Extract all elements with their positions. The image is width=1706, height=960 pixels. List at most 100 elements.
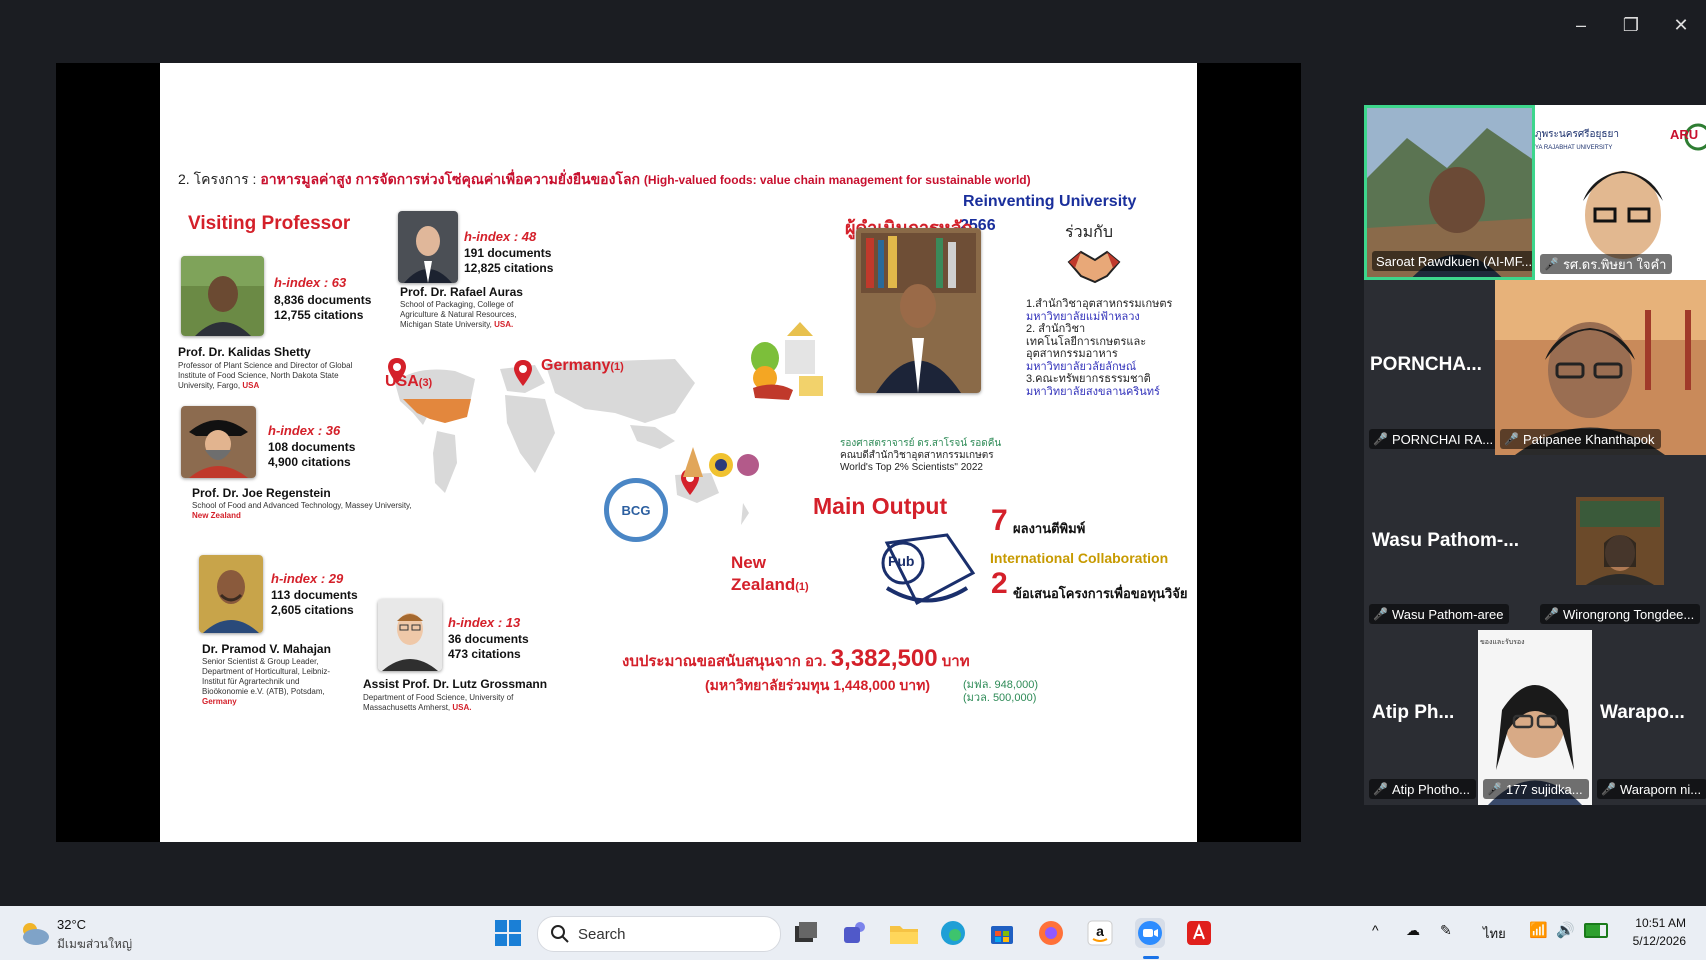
prof-regenstein-cites: 4,900 citations <box>268 455 351 469</box>
partner-line: มหาวิทยาลัยสงขลานครินทร์ <box>1026 385 1160 398</box>
prof-auras-affiliation: School of Packaging, College of Agricult… <box>400 300 550 330</box>
participant-tile-atip[interactable]: Atip Ph... 🎤 Atip Photho... <box>1364 630 1478 805</box>
pen-icon[interactable]: ✎ <box>1440 922 1452 939</box>
edge-button[interactable] <box>938 918 968 948</box>
university-seals-icon <box>683 447 759 477</box>
budget-unit: บาท <box>941 653 970 670</box>
wifi-icon[interactable]: 📶 <box>1529 921 1548 939</box>
leader-caption-name: รองศาสตราจารย์ ดร.สาโรจน์ รอดคืน <box>840 438 1002 449</box>
onedrive-icon[interactable]: ☁ <box>1406 922 1420 939</box>
tray-overflow-icon[interactable]: ^ <box>1372 922 1379 938</box>
svg-text:a: a <box>1096 923 1104 939</box>
close-icon: ✕ <box>1673 14 1689 35</box>
heading-prefix: 2. โครงการ : <box>178 171 261 187</box>
zoom-button[interactable] <box>1135 918 1165 948</box>
prof-regenstein-hindex: h-index : 36 <box>268 423 341 438</box>
mic-muted-icon: 🎤 <box>1373 607 1388 621</box>
prof-shetty-country: USA <box>242 381 260 390</box>
participant-tile-patipanee[interactable]: 🎤 Patipanee Khanthapok <box>1495 280 1706 455</box>
start-button[interactable] <box>493 918 523 948</box>
participant-name: PORNCHAI RA... <box>1391 431 1494 447</box>
mic-muted-icon: 🎤 <box>1544 607 1559 621</box>
mic-muted-icon: 🎤 <box>1373 782 1388 796</box>
prof-regenstein-docs: 108 documents <box>268 440 356 454</box>
close-button[interactable]: ✕ <box>1656 0 1706 50</box>
participant-tile-wasu[interactable]: Wasu Pathom-... 🎤 Wasu Pathom-aree <box>1364 455 1535 630</box>
battery-icon[interactable] <box>1584 923 1608 938</box>
taskbar-search[interactable]: Search <box>537 916 781 952</box>
germany-pin-icon <box>514 360 532 386</box>
country-nz-line2: Zealand <box>731 575 796 594</box>
participant-display-name: Wasu Pathom-... <box>1372 530 1520 551</box>
participant-name: Wirongrong Tongdee... <box>1562 606 1695 622</box>
country-nz-line1: New <box>731 553 766 572</box>
leader-photo <box>856 228 981 393</box>
clock-date: 5/12/2026 <box>1632 934 1686 948</box>
prof-mahajan-hindex: h-index : 29 <box>271 571 344 586</box>
partner-line: 3.คณะทรัพยากรธรรมชาติ <box>1026 373 1151 385</box>
bcg-logo-text: BCG <box>621 502 651 518</box>
prof-mahajan-affiliation: Senior Scientist & Group Leader, Departm… <box>202 657 347 707</box>
participant-tile-saroat[interactable]: Saroat Rawdkuen (AI-MF... <box>1364 105 1535 280</box>
participant-tile-pishaya[interactable]: ภูพระนครศรีอยุธยา YA RAJABHAT UNIVERSITY… <box>1535 105 1706 280</box>
country-germany-name: Germany <box>541 357 611 374</box>
handshake-icon <box>1067 250 1121 284</box>
partner-line: เทคโนโลยีการเกษตรและ <box>1026 335 1147 348</box>
participant-label: 🎤 รศ.ดร.พิษยา ใจคำ <box>1540 254 1673 274</box>
zoom-icon <box>1138 921 1162 945</box>
participant-top-text: ของและรับรอง <box>1480 639 1525 646</box>
amazon-button[interactable]: a <box>1085 918 1115 948</box>
store-button[interactable] <box>987 918 1017 948</box>
minimize-button[interactable]: – <box>1556 0 1606 50</box>
partner-line: อุตสาหกรรมอาหาร <box>1026 348 1118 360</box>
presentation-slide: 2. โครงการ : อาหารมูลค่าสูง การจัดการห่ว… <box>160 63 1197 842</box>
output-publications-label: ผลงานตีพิมพ์ <box>1013 521 1086 536</box>
acrobat-button[interactable] <box>1184 918 1214 948</box>
folder-icon <box>890 926 918 944</box>
clock[interactable]: 10:51 AM 5/12/2026 <box>1622 914 1686 950</box>
participant-tile-waraporn[interactable]: Warapo... 🎤 Waraporn ni... <box>1592 630 1706 805</box>
participant-tile-sujidka[interactable]: ของและรับรอง 🎤 177 sujidka... <box>1478 630 1592 805</box>
publication-icon-text: Pub <box>888 553 915 569</box>
teams-button[interactable] <box>840 918 870 948</box>
country-usa-count: (3) <box>418 377 433 389</box>
prof-auras-name: Prof. Dr. Rafael Auras <box>400 285 523 299</box>
participant-label: 🎤 Wirongrong Tongdee... <box>1540 604 1701 624</box>
main-output-title: Main Output <box>813 493 948 519</box>
prof-shetty-photo <box>181 256 264 336</box>
prof-regenstein-photo <box>181 406 256 478</box>
country-germany: Germany(1) <box>541 357 624 375</box>
prof-grossmann-affiliation-text: Department of Food Science, University o… <box>363 693 514 712</box>
prof-auras-country: USA. <box>494 320 514 329</box>
participant-display-name: Atip Ph... <box>1372 702 1455 723</box>
participant-tile-wirongrong[interactable]: 🎤 Wirongrong Tongdee... <box>1535 455 1706 630</box>
prof-grossmann-cites: 473 citations <box>448 647 521 661</box>
restore-icon: ❐ <box>1622 14 1640 35</box>
prof-regenstein-name: Prof. Dr. Joe Regenstein <box>192 486 331 500</box>
window-controls: – ❐ ✕ <box>1556 0 1706 50</box>
language-indicator[interactable]: ไทย <box>1483 923 1506 944</box>
firefox-icon <box>1039 921 1063 945</box>
participant-tile-pornchai[interactable]: PORNCHA... 🎤 PORNCHAI RA... <box>1364 280 1495 455</box>
prof-mahajan-name: Dr. Pramod V. Mahajan <box>202 642 331 656</box>
mic-muted-icon: 🎤 <box>1544 257 1559 271</box>
acrobat-icon <box>1187 921 1211 945</box>
restore-button[interactable]: ❐ <box>1606 0 1656 50</box>
participant-name: รศ.ดร.พิษยา ใจคำ <box>1562 256 1667 272</box>
volume-icon[interactable]: 🔊 <box>1556 921 1575 939</box>
file-explorer-button[interactable] <box>889 918 919 948</box>
bcg-logo: BCG <box>604 478 668 542</box>
participant-logo-aru: ARU <box>1670 127 1699 142</box>
prof-auras-hindex: h-index : 48 <box>464 229 537 244</box>
firefox-button[interactable] <box>1036 918 1066 948</box>
budget-mfu: (มฟล. 948,000) <box>963 679 1038 691</box>
windows-taskbar: 32°C มีเมฆส่วนใหญ่ Search a ^ ☁ ✎ ไทย 📶 … <box>0 906 1706 960</box>
weather-widget[interactable]: 32°C มีเมฆส่วนใหญ่ <box>18 914 138 954</box>
task-view-button[interactable] <box>790 918 820 948</box>
country-new-zealand: New Zealand(1) <box>731 552 809 598</box>
prof-grossmann-hindex: h-index : 13 <box>448 615 521 630</box>
search-placeholder: Search <box>578 925 626 943</box>
prof-mahajan-docs: 113 documents <box>271 588 358 602</box>
zoom-active-indicator <box>1143 956 1159 959</box>
partner-line: 1.สำนักวิชาอุตสาหกรรมเกษตร <box>1026 298 1173 310</box>
